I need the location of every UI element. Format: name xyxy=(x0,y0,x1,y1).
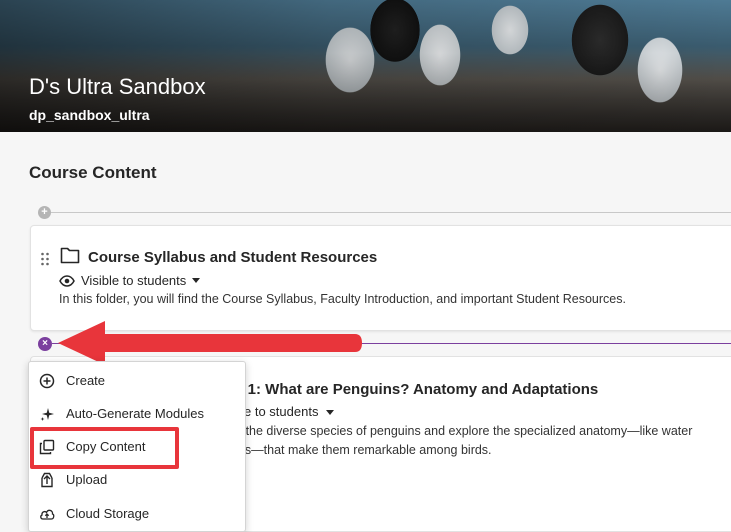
visibility-label: Visible to students xyxy=(81,273,187,288)
visibility-dropdown[interactable]: Visible to students xyxy=(59,273,201,288)
folder-title[interactable]: Course Syllabus and Student Resources xyxy=(88,249,377,266)
menu-item-label: Cloud Storage xyxy=(66,506,150,521)
add-content-plus-icon[interactable]: + xyxy=(38,206,51,219)
module-description-line2: ngs—that make them remarkable among bird… xyxy=(231,443,492,457)
menu-item-copy-content[interactable]: Copy Content xyxy=(29,433,245,461)
menu-item-auto-generate-modules[interactable]: Auto-Generate Modules xyxy=(29,400,245,428)
folder-description: In this folder, you will find the Course… xyxy=(59,292,626,306)
module-description-line1: er the diverse species of penguins and e… xyxy=(231,424,693,438)
menu-item-label: Create xyxy=(66,373,106,388)
upload-icon xyxy=(41,472,53,488)
course-id: dp_sandbox_ultra xyxy=(29,107,150,123)
add-content-menu: Create Auto-Generate Modules Copy Conten… xyxy=(28,361,246,532)
menu-item-label: Auto-Generate Modules xyxy=(66,406,205,421)
caret-down-icon xyxy=(326,410,335,416)
insert-content-line[interactable] xyxy=(39,212,731,213)
menu-item-create[interactable]: Create xyxy=(29,367,245,395)
plus-circle-icon xyxy=(39,373,55,389)
menu-item-upload[interactable]: Upload xyxy=(29,466,245,494)
drag-handle-icon[interactable] xyxy=(40,252,50,266)
copy-icon xyxy=(39,439,55,455)
cloud-upload-icon xyxy=(40,509,55,520)
eye-icon xyxy=(59,274,75,287)
section-title: Course Content xyxy=(29,163,157,182)
sparkle-icon xyxy=(40,408,54,421)
menu-item-cloud-storage[interactable]: Cloud Storage xyxy=(29,500,245,528)
module-title[interactable]: le 1: What are Penguins? Anatomy and Ada… xyxy=(231,381,598,398)
course-title: D's Ultra Sandbox xyxy=(29,74,206,99)
menu-item-label: Copy Content xyxy=(66,439,146,454)
module-visibility[interactable]: ible to students xyxy=(231,404,335,419)
folder-card[interactable]: Course Syllabus and Student Resources Vi… xyxy=(30,225,731,331)
caret-down-icon xyxy=(192,278,201,283)
folder-icon xyxy=(60,247,80,264)
menu-item-label: Upload xyxy=(66,472,108,487)
close-menu-icon[interactable]: × xyxy=(38,337,52,351)
